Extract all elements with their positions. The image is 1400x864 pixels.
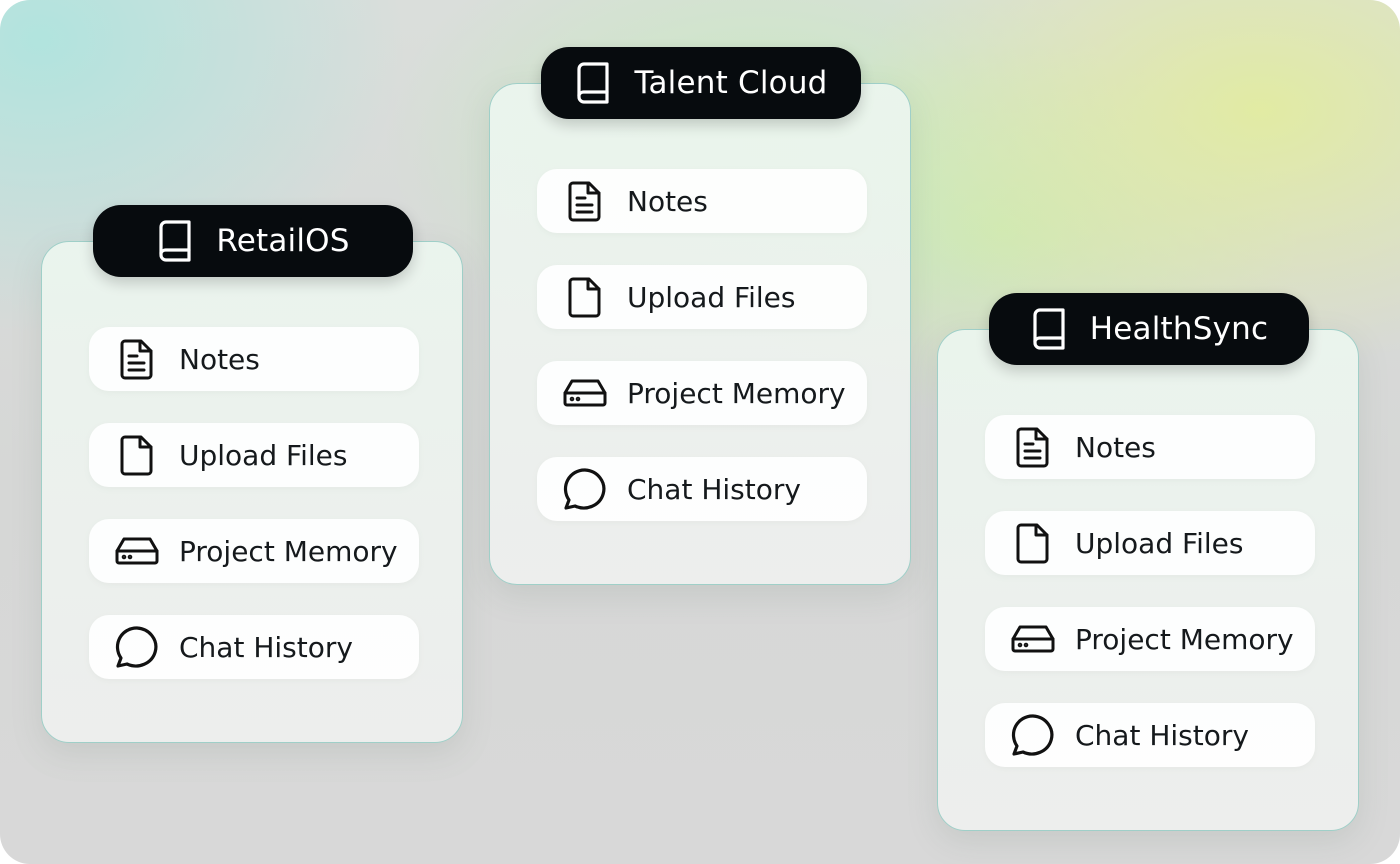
chat-bubble-icon xyxy=(113,623,161,671)
project-card-talent-cloud: Talent Cloud Notes Upload Files Project … xyxy=(489,47,911,585)
menu-item-label: Chat History xyxy=(1075,718,1249,752)
menu-item-label: Notes xyxy=(179,342,260,376)
menu-item-label: Chat History xyxy=(179,630,353,664)
menu-item-label: Notes xyxy=(1075,430,1156,464)
menu-item-notes[interactable]: Notes xyxy=(89,327,419,391)
menu-item-label: Notes xyxy=(627,184,708,218)
menu-item-label: Project Memory xyxy=(627,376,846,410)
project-header-healthsync[interactable]: HealthSync xyxy=(989,293,1309,365)
chat-bubble-icon xyxy=(1009,711,1057,759)
menu-item-project-memory[interactable]: Project Memory xyxy=(89,519,419,583)
menu-item-chat-history[interactable]: Chat History xyxy=(985,703,1315,767)
menu-item-notes[interactable]: Notes xyxy=(985,415,1315,479)
menu-item-project-memory[interactable]: Project Memory xyxy=(985,607,1315,671)
document-icon xyxy=(561,177,609,225)
project-title: HealthSync xyxy=(1089,311,1269,347)
book-icon xyxy=(1030,308,1068,350)
menu-item-upload-files[interactable]: Upload Files xyxy=(537,265,867,329)
document-icon xyxy=(113,335,161,383)
project-header-talent-cloud[interactable]: Talent Cloud xyxy=(541,47,861,119)
project-header-retailos[interactable]: RetailOS xyxy=(93,205,413,277)
file-icon xyxy=(1009,519,1057,567)
project-card-healthsync: HealthSync Notes Upload Files Project Me… xyxy=(937,293,1359,831)
book-icon xyxy=(156,220,194,262)
menu-item-label: Project Memory xyxy=(179,534,398,568)
menu-item-upload-files[interactable]: Upload Files xyxy=(985,511,1315,575)
project-card-retailos: RetailOS Notes Upload Files Project Memo… xyxy=(41,205,463,743)
menu-item-upload-files[interactable]: Upload Files xyxy=(89,423,419,487)
menu-item-chat-history[interactable]: Chat History xyxy=(89,615,419,679)
hard-drive-icon xyxy=(561,369,609,417)
menu-item-label: Upload Files xyxy=(1075,526,1244,560)
hard-drive-icon xyxy=(113,527,161,575)
document-icon xyxy=(1009,423,1057,471)
menu-item-notes[interactable]: Notes xyxy=(537,169,867,233)
menu-item-label: Project Memory xyxy=(1075,622,1294,656)
menu-item-chat-history[interactable]: Chat History xyxy=(537,457,867,521)
chat-bubble-icon xyxy=(561,465,609,513)
file-icon xyxy=(561,273,609,321)
menu-item-label: Chat History xyxy=(627,472,801,506)
hard-drive-icon xyxy=(1009,615,1057,663)
menu-item-label: Upload Files xyxy=(179,438,348,472)
menu-item-label: Upload Files xyxy=(627,280,796,314)
canvas: RetailOS Notes Upload Files Project Memo… xyxy=(0,0,1400,864)
menu-item-project-memory[interactable]: Project Memory xyxy=(537,361,867,425)
project-title: Talent Cloud xyxy=(634,65,828,101)
project-title: RetailOS xyxy=(216,223,350,259)
book-icon xyxy=(574,62,612,104)
file-icon xyxy=(113,431,161,479)
